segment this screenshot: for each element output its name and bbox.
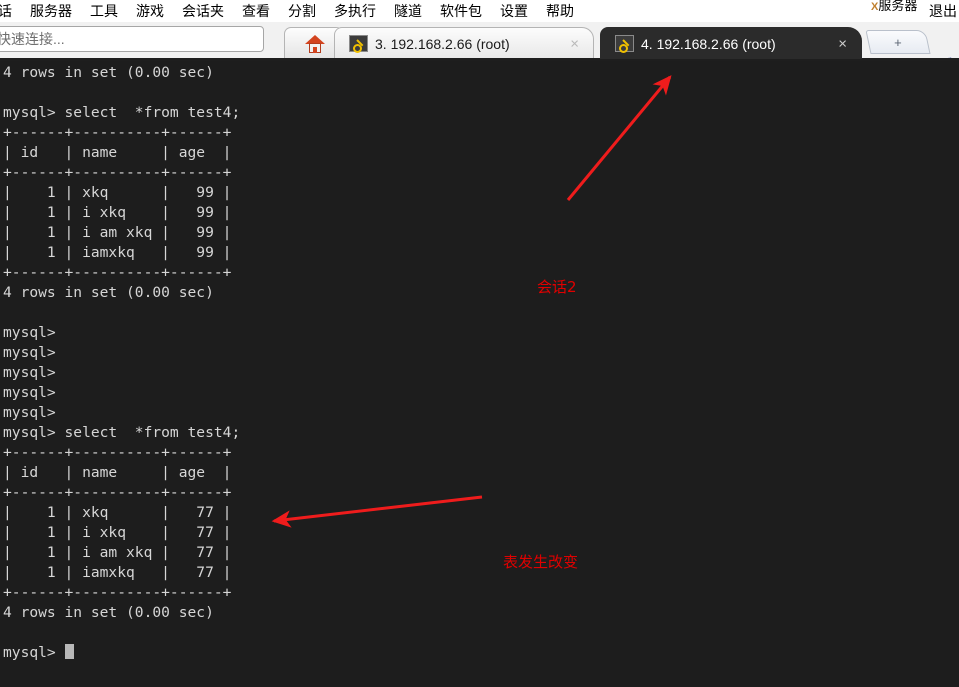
menu-item-split[interactable]: 分割 — [279, 0, 325, 22]
menu-item-session-folder[interactable]: 会话夹 — [173, 0, 233, 22]
server-label: 服务器 — [878, 0, 918, 13]
terminal-pane[interactable]: 4 rows in set (0.00 sec) mysql> select *… — [0, 61, 959, 687]
home-icon — [305, 34, 325, 53]
menu-item-games[interactable]: 游戏 — [127, 0, 173, 22]
key-icon — [349, 35, 368, 53]
plus-icon: + — [894, 34, 902, 50]
menu-bar-right: X服务器 退出 — [871, 0, 959, 22]
new-tab-button[interactable]: + — [865, 30, 931, 54]
menu-item-tunnel[interactable]: 隧道 — [385, 0, 431, 22]
menu-item-settings[interactable]: 设置 — [491, 0, 537, 22]
menu-item-session[interactable]: 话 — [0, 0, 21, 22]
annotation-table-changed: 表发生改变 — [503, 553, 579, 571]
tab-session-4-close-icon[interactable]: × — [838, 36, 847, 51]
key-icon — [615, 35, 634, 53]
menu-item-server[interactable]: 服务器 — [21, 0, 81, 22]
quick-connect-input[interactable]: 快速连接... — [0, 26, 264, 52]
arrow-to-changed-table — [271, 495, 483, 528]
menu-item-packages[interactable]: 软件包 — [431, 0, 491, 22]
terminal-output: 4 rows in set (0.00 sec) mysql> select *… — [3, 64, 241, 661]
tab-session-3-close-icon[interactable]: × — [570, 36, 579, 51]
menu-bar: 话 服务器 工具 游戏 会话夹 查看 分割 多执行 隧道 软件包 设置 帮助 X… — [0, 0, 959, 22]
menu-item-help[interactable]: 帮助 — [537, 0, 583, 22]
tab-strip: 快速连接... 3. 192.168.2.66 (root) × 4. 192.… — [0, 22, 959, 62]
annotation-session-2: 会话2 — [537, 278, 577, 296]
tab-session-4[interactable]: 4. 192.168.2.66 (root) × — [600, 27, 862, 59]
tab-session-3-label: 3. 192.168.2.66 (root) — [375, 35, 510, 52]
exit-label[interactable]: 退出 — [929, 0, 957, 21]
arrow-to-session-tab — [566, 75, 672, 201]
menu-item-tools[interactable]: 工具 — [81, 0, 127, 22]
tab-session-3[interactable]: 3. 192.168.2.66 (root) × — [334, 27, 594, 59]
menu-item-multi-exec[interactable]: 多执行 — [325, 0, 385, 22]
server-label-group[interactable]: X服务器 — [871, 0, 919, 13]
terminal-cursor — [64, 644, 74, 659]
tab-session-4-label: 4. 192.168.2.66 (root) — [641, 35, 776, 52]
menu-item-view[interactable]: 查看 — [233, 0, 279, 22]
